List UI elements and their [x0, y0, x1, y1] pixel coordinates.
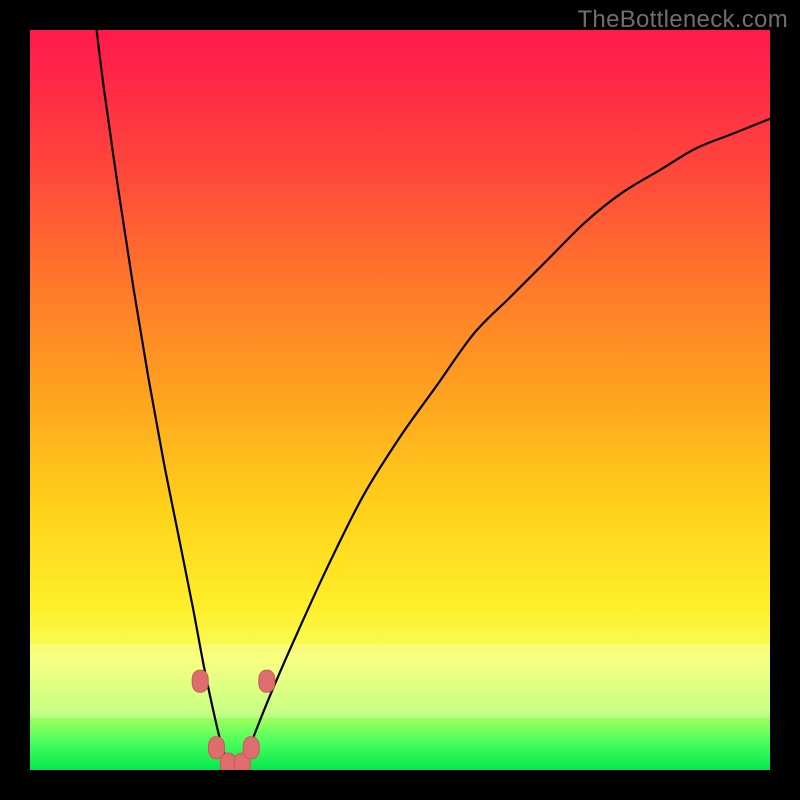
watermark-text: TheBottleneck.com: [577, 6, 788, 34]
curve-marker: [243, 737, 259, 759]
curve-marker: [192, 670, 208, 692]
chart-frame: TheBottleneck.com: [0, 0, 800, 800]
marker-group: [192, 670, 275, 770]
curve-layer: [30, 30, 770, 770]
plot-area: [30, 30, 770, 770]
bottleneck-curve: [97, 30, 770, 768]
curve-marker: [259, 670, 275, 692]
